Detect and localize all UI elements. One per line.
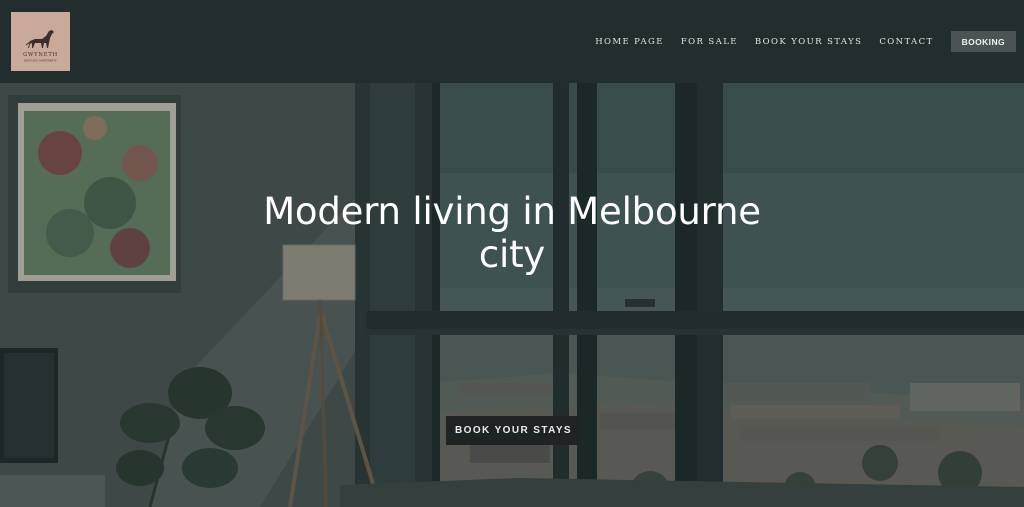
nav-book-your-stays[interactable]: BOOK YOUR STAYS [755, 37, 863, 47]
hero-title-line2: city [478, 233, 546, 276]
horse-logo-icon: GWYNETH BOUTIQUE APARTMENTS [11, 12, 70, 71]
main-nav: HOME PAGE FOR SALE BOOK YOUR STAYS CONTA… [595, 31, 1016, 52]
hero-section: Modern living in Melbourne city BOOK YOU… [0, 83, 1024, 507]
logo-name: GWYNETH [23, 52, 58, 58]
book-your-stays-cta-button[interactable]: BOOK YOUR STAYS [446, 416, 581, 445]
nav-contact[interactable]: CONTACT [879, 37, 933, 47]
nav-home-page[interactable]: HOME PAGE [595, 37, 664, 47]
site-header: GWYNETH BOUTIQUE APARTMENTS HOME PAGE FO… [0, 0, 1024, 83]
hero-title: Modern living in Melbourne city [262, 190, 762, 276]
brand-logo[interactable]: GWYNETH BOUTIQUE APARTMENTS [11, 12, 70, 71]
nav-for-sale[interactable]: FOR SALE [681, 37, 738, 47]
booking-button[interactable]: BOOKING [950, 31, 1016, 52]
logo-tagline: BOUTIQUE APARTMENTS [24, 60, 57, 63]
hero-title-line1: Modern living in Melbourne [263, 190, 761, 233]
